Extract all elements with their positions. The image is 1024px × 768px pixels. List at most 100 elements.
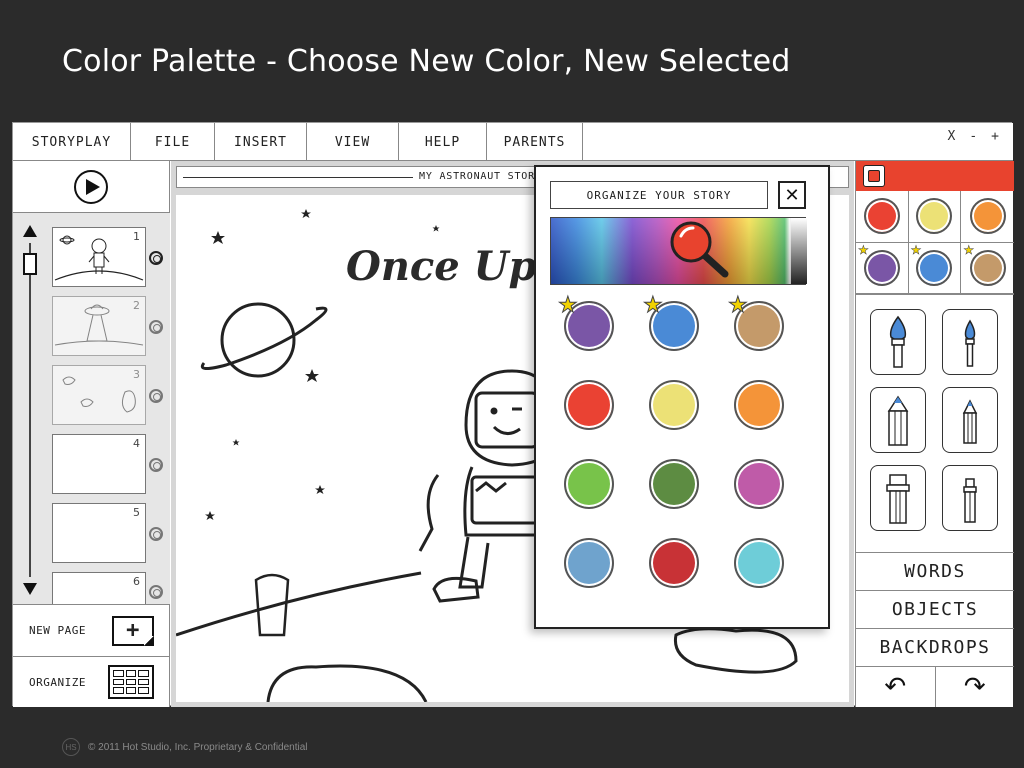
window-close-button[interactable]: X [948,129,956,144]
paint-can-icon [863,165,885,187]
color-swatch[interactable] [564,459,614,509]
new-page-button[interactable]: NEW PAGE + [13,605,170,657]
undo-redo-row: ↶ ↷ [856,667,1014,707]
color-swatch[interactable] [649,459,699,509]
hot-studio-logo-icon: HS [62,738,80,756]
window-controls: X - + [948,129,999,144]
page-list: 1 2 3 4 5 6 [13,213,170,605]
color-swatch[interactable] [649,380,699,430]
drawing-tools [856,295,1014,553]
new-star-icon: ★ [858,242,869,257]
small-brush-icon[interactable] [942,309,998,375]
small-eraser-icon[interactable] [942,465,998,531]
moon-rocks-thumbnail-icon [62,376,136,413]
page-number: 4 [133,437,140,450]
new-star-icon: ★ [910,242,922,257]
new-page-icon: + [112,615,154,646]
pages-panel: 1 2 3 4 5 6 NEW PAGE + ORGANIZE [13,161,170,707]
ufo-thumbnail-icon [54,304,144,346]
story-name: MY ASTRONAUT STORY [419,171,542,182]
new-star-icon: ★ [963,242,975,257]
menu-storyplay[interactable]: STORYPLAY [13,123,131,161]
new-color-star-icon: ★ [643,293,664,318]
play-icon [85,178,100,195]
planet-icon [200,302,328,378]
scroll-down-arrow-icon[interactable] [23,583,37,595]
menu-file[interactable]: FILE [131,123,215,161]
color-spectrum[interactable] [550,217,807,285]
page-settings-gear-icon[interactable] [149,320,163,334]
page-scrollbar[interactable] [23,225,37,595]
large-brush-icon[interactable] [870,309,926,375]
page-settings-gear-icon[interactable] [149,458,163,472]
palette-color-5[interactable]: ★ [961,242,1014,294]
color-swatch[interactable] [564,538,614,588]
organize-label: ORGANIZE [29,675,86,689]
new-color-star-icon: ★ [558,293,579,318]
backdrops-button[interactable]: BACKDROPS [856,629,1014,667]
palette-color-3[interactable]: ★ [856,242,909,294]
objects-button[interactable]: OBJECTS [856,591,1014,629]
page-number: 3 [133,368,140,381]
menu-bar: STORYPLAY FILE INSERT VIEW HELP PARENTS [13,123,1013,161]
page-number: 5 [133,506,140,519]
page-thumbnail-1[interactable]: 1 [52,227,146,287]
tools-panel: ★ ★ ★ WORDS OBJECTS BACKDROPS ↶ ↷ [855,161,1014,707]
redo-arrow-icon[interactable]: ↷ [936,667,1015,707]
organize-button[interactable]: ORGANIZE [13,657,170,707]
copyright-text: © 2011 Hot Studio, Inc. Proprietary & Co… [88,741,308,753]
color-swatch[interactable] [564,380,614,430]
magnifier-icon[interactable] [669,220,733,284]
page-number: 1 [133,230,140,243]
organize-grid-icon [108,665,154,699]
menu-insert[interactable]: INSERT [215,123,307,161]
page-thumbnail-4[interactable]: 4 [52,434,146,494]
scroll-up-arrow-icon[interactable] [23,225,37,237]
star-icons [205,209,440,520]
color-swatch[interactable] [649,538,699,588]
new-color-star-icon: ★ [728,293,749,318]
menu-parents[interactable]: PARENTS [487,123,583,161]
page-settings-gear-icon[interactable] [149,251,163,265]
words-button[interactable]: WORDS [856,553,1014,591]
large-pencil-icon[interactable] [870,387,926,453]
page-settings-gear-icon[interactable] [149,389,163,403]
astronaut-thumbnail-icon [54,235,144,281]
footer: HS © 2011 Hot Studio, Inc. Proprietary &… [62,738,308,756]
selected-color-bar[interactable] [856,161,1014,191]
page-settings-gear-icon[interactable] [149,585,163,599]
palette-color-1[interactable] [908,191,962,243]
color-swatch[interactable] [734,538,784,588]
menu-view[interactable]: VIEW [307,123,399,161]
page-number: 6 [133,575,140,588]
page-thumbnail-6[interactable]: 6 [52,572,146,604]
close-icon[interactable]: ✕ [778,181,806,209]
page-thumbnail-2[interactable]: 2 [52,296,146,356]
new-page-label: NEW PAGE [29,624,86,637]
brightness-strip[interactable] [791,218,807,284]
color-swatch[interactable] [734,380,784,430]
page-thumbnail-5[interactable]: 5 [52,503,146,563]
scroll-thumb[interactable] [23,253,37,275]
page-number: 2 [133,299,140,312]
window-minimize-button[interactable]: - [969,129,977,144]
palette-color-4[interactable]: ★ [908,242,962,294]
quick-color-palette: ★ ★ ★ [856,191,1014,295]
menu-help[interactable]: HELP [399,123,487,161]
undo-arrow-icon[interactable]: ↶ [856,667,936,707]
page-settings-gear-icon[interactable] [149,527,163,541]
small-pencil-icon[interactable] [942,387,998,453]
page-thumbnail-3[interactable]: 3 [52,365,146,425]
palette-color-2[interactable] [961,191,1014,243]
palette-color-0[interactable] [856,191,909,243]
storyplay-app: STORYPLAY FILE INSERT VIEW HELP PARENTS … [12,122,1014,707]
play-button[interactable] [74,169,108,204]
large-eraser-icon[interactable] [870,465,926,531]
color-picker-popup: ORGANIZE YOUR STORY ✕ ★ ★ ★ [534,165,830,629]
scroll-track-line [29,243,31,577]
color-swatch[interactable] [734,459,784,509]
play-area [13,161,169,213]
slide-title: Color Palette - Choose New Color, New Se… [62,44,791,79]
popup-title: ORGANIZE YOUR STORY [550,181,768,209]
window-maximize-button[interactable]: + [991,129,999,144]
